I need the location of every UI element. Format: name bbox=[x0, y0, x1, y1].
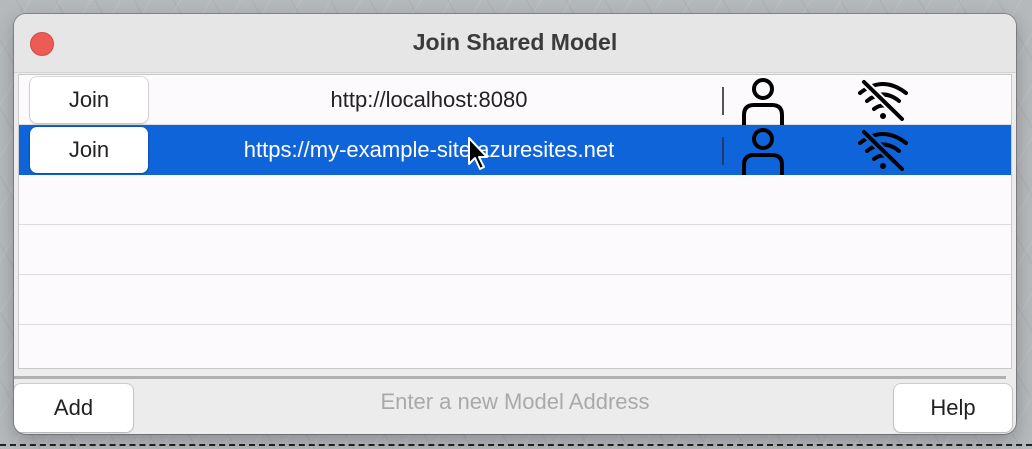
empty-list-row bbox=[19, 225, 1011, 275]
footer-separator bbox=[14, 376, 1006, 379]
list-row-selected[interactable]: Join https://my-example-site.azuresites.… bbox=[19, 125, 1011, 175]
empty-list-row bbox=[19, 175, 1011, 225]
window-title: Join Shared Model bbox=[412, 29, 618, 55]
join-button[interactable]: Join bbox=[30, 77, 148, 123]
desktop-dashed-line bbox=[0, 444, 1032, 446]
join-shared-model-dialog: Join Shared Model Join http://localhost:… bbox=[14, 14, 1016, 434]
add-button[interactable]: Add bbox=[14, 384, 133, 432]
column-divider bbox=[722, 87, 724, 115]
mouse-pointer-icon bbox=[468, 137, 488, 170]
join-button[interactable]: Join bbox=[30, 127, 148, 173]
empty-list-row bbox=[19, 275, 1011, 325]
help-button[interactable]: Help bbox=[894, 384, 1012, 432]
list-row[interactable]: Join http://localhost:8080 bbox=[19, 75, 1011, 125]
column-divider bbox=[722, 137, 724, 165]
model-address-list[interactable]: Join http://localhost:8080 Join https://… bbox=[18, 74, 1012, 369]
wifi-off-icon bbox=[858, 79, 908, 121]
new-model-address-input[interactable] bbox=[136, 382, 894, 422]
person-icon bbox=[742, 128, 784, 175]
model-address-text: https://my-example-site.azuresites.net bbox=[243, 137, 615, 162]
person-icon bbox=[742, 78, 784, 125]
wifi-off-icon bbox=[858, 129, 908, 171]
model-address-text: http://localhost:8080 bbox=[330, 87, 528, 112]
footer-bar: Add Help bbox=[14, 380, 1016, 434]
empty-list-row bbox=[19, 325, 1011, 368]
title-bar[interactable]: Join Shared Model bbox=[14, 14, 1016, 73]
